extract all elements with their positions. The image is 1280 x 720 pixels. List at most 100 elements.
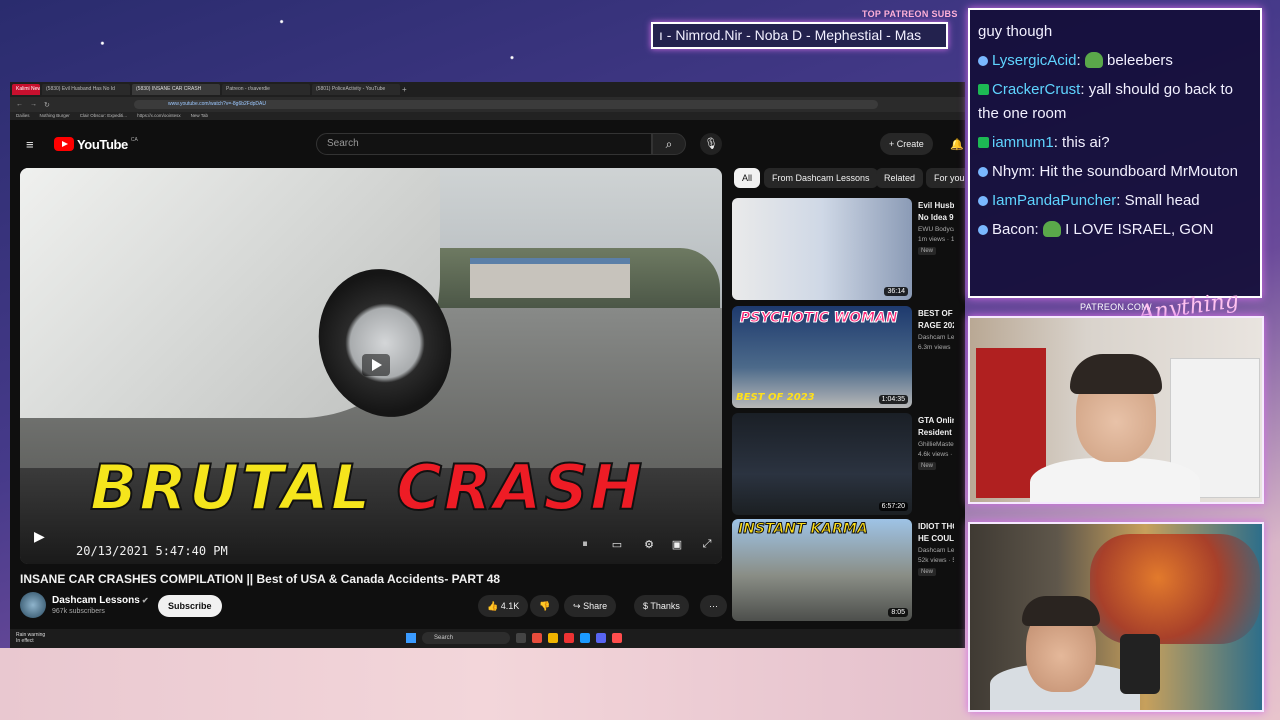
pepe-emote-icon (1042, 221, 1061, 237)
bookmark-item[interactable]: https://x.com/oointesx (137, 112, 181, 120)
chat-text: this ai? (1062, 134, 1110, 151)
forward-icon[interactable]: → (30, 101, 38, 108)
thanks-label: Thanks (650, 601, 680, 611)
tab-kalimi-news[interactable]: Kalimi News (12, 84, 40, 95)
new-tab-icon[interactable]: + (402, 85, 412, 94)
bookmark-item[interactable]: Clair Obscur: Expediti... (80, 112, 127, 120)
tab-bar: Kalimi News (5830) Evil Husband Has No I… (10, 82, 965, 97)
youtube-logo[interactable]: YouTube CA (54, 137, 138, 152)
microphone-icon[interactable]: 🎙 (700, 133, 722, 155)
create-button[interactable]: + Create (880, 133, 933, 155)
chip-all[interactable]: All (734, 168, 761, 188)
chat-username: Nhym (992, 163, 1032, 180)
address-bar: ← → ↻ www.youtube.com/watch?v=-8g6b2FdpD… (10, 97, 965, 112)
reload-icon[interactable]: ↻ (44, 101, 52, 109)
tab-patreon[interactable]: Patreon - r/saverdie (222, 84, 310, 95)
back-icon[interactable]: ← (16, 101, 24, 108)
guest-hair (1022, 596, 1100, 626)
pause-icon[interactable]: ⏸ (576, 538, 594, 554)
microphone (1120, 634, 1160, 694)
recommendation-title: Evil Husband (918, 201, 954, 210)
streamer-hair (1070, 354, 1162, 394)
like-button[interactable]: 👍 4.1K (478, 595, 529, 617)
thumbnail-caption: INSTANT KARMA (738, 521, 869, 538)
more-actions-icon[interactable]: ⋯ (700, 595, 727, 617)
subtitles-icon[interactable]: ▭ (608, 538, 626, 554)
play-pause-icon[interactable]: ▶ (34, 528, 56, 550)
search-input[interactable]: Search (316, 133, 652, 155)
bookmark-item[interactable]: New Tab (191, 112, 208, 120)
settings-gear-icon[interactable]: ⚙ (640, 538, 658, 554)
tab-evil-husband[interactable]: (5830) Evil Husband Has No Id (42, 84, 130, 95)
chat-username: LysergicAcid (992, 52, 1077, 69)
patreon-subs-ticker: ı - Nimrod.Nir - Noba D - Mephestial - M… (651, 22, 948, 49)
recommendation-views: 1m views · 17 (918, 236, 954, 243)
title-word-crash: CRASH (395, 450, 645, 525)
recommendation-item[interactable]: PSYCHOTIC WOMAN BEST OF 2023 1:04:35 BES… (732, 306, 954, 410)
recommendation-title: No Idea 911 (918, 213, 954, 222)
chat-message: iamnum1: this ai? (978, 131, 1252, 155)
chip-related[interactable]: Related (876, 168, 924, 188)
recommendation-thumbnail: PSYCHOTIC WOMAN BEST OF 2023 1:04:35 (732, 306, 912, 408)
recommendation-item[interactable]: INSTANT KARMA 8:05 IDIOT THOU HE COULD S… (732, 519, 954, 623)
thanks-button[interactable]: $ Thanks (634, 595, 689, 617)
search-icon[interactable]: ⌕ (652, 133, 686, 155)
chat-username: IamPandaPuncher (992, 192, 1117, 209)
recommendation-title: Resident Ev (918, 428, 954, 437)
stream-chat: guy though LysergicAcid: beleebers Crack… (968, 8, 1262, 298)
theater-mode-icon[interactable]: ▣ (668, 538, 686, 554)
bookmark-item[interactable]: Nothing Burger (40, 112, 70, 120)
windows-taskbar: Rain warning In effect Search (10, 629, 965, 648)
file-explorer-icon[interactable] (548, 633, 558, 643)
chat-message: CrackerCrust: yall should go back to the… (978, 81, 1233, 122)
user-badge-icon (978, 196, 988, 206)
recommendation-item[interactable]: 36:14 Evil Husband No Idea 911 EWU Bodyc… (732, 198, 954, 302)
app-icon[interactable] (612, 633, 622, 643)
weather-widget[interactable]: Rain warning In effect (16, 632, 45, 644)
duration-badge: 8:05 (888, 608, 908, 617)
recommendation-channel: Dashcam Less (918, 547, 954, 554)
notifications-bell-icon[interactable]: 🔔 (950, 138, 964, 151)
recommendation-channel: Dashcam Less (918, 334, 954, 341)
chat-text: Small head (1124, 192, 1200, 209)
chat-text: I LOVE ISRAEL, GON (1065, 221, 1214, 238)
video-player[interactable]: BRUTAL CRASH ▶ 20/13/2021 5:47:40 PM ⏸ ▭ … (20, 168, 722, 564)
tab-police-activity[interactable]: (5801) PoliceActivity - YouTube (312, 84, 400, 95)
chat-username: CrackerCrust (992, 81, 1081, 98)
recommendation-views: 4.6k views · 5 (918, 451, 954, 458)
task-view-icon[interactable] (516, 633, 526, 643)
user-badge-icon (978, 225, 988, 235)
chip-for-you[interactable]: For you (926, 168, 965, 188)
recommendation-item[interactable]: 6:57:20 GTA Online Resident Ev GhillieMa… (732, 413, 954, 517)
share-button[interactable]: ↪ Share (564, 595, 617, 617)
recommendation-thumbnail: 6:57:20 (732, 413, 912, 515)
chat-text: beleebers (1107, 52, 1173, 69)
bookmarks-bar: Dailies Nothing Burger Clair Obscur: Exp… (10, 112, 965, 120)
tab-insane-car-crash[interactable]: (5830) INSANE CAR CRASH (132, 84, 220, 95)
new-badge: New (918, 462, 937, 470)
steam-icon[interactable] (580, 633, 590, 643)
discord-icon[interactable] (596, 633, 606, 643)
bookmark-item[interactable]: Dailies (16, 112, 30, 120)
dislike-button[interactable]: 👎 (530, 595, 560, 617)
recommendation-channel: EWU Bodycam (918, 226, 954, 233)
url-field[interactable]: www.youtube.com/watch?v=-8g6b2FdpDAU (134, 100, 878, 109)
duration-badge: 6:57:20 (878, 502, 908, 511)
app-icon[interactable] (564, 633, 574, 643)
recommendation-title: HE COULD S (918, 534, 954, 543)
new-badge: New (918, 247, 937, 255)
play-icon[interactable] (362, 354, 390, 376)
browser-app-icon[interactable] (532, 633, 542, 643)
fullscreen-icon[interactable]: ⤢ (698, 538, 716, 554)
menu-icon[interactable]: ≡ (26, 137, 34, 152)
subscribe-button[interactable]: Subscribe (158, 595, 222, 617)
recommendation-thumbnail: 36:14 (732, 198, 912, 300)
thumbnail-caption: BEST OF 2023 (736, 392, 815, 403)
channel-name[interactable]: Dashcam Lessons ✔ (52, 595, 149, 606)
chip-from-dashcam-lessons[interactable]: From Dashcam Lessons (764, 168, 878, 188)
channel-avatar[interactable] (20, 592, 46, 618)
chat-message: IamPandaPuncher: Small head (978, 189, 1252, 213)
youtube-play-icon (54, 137, 74, 151)
windows-start-icon[interactable] (406, 633, 416, 643)
taskbar-search[interactable]: Search (422, 632, 510, 644)
